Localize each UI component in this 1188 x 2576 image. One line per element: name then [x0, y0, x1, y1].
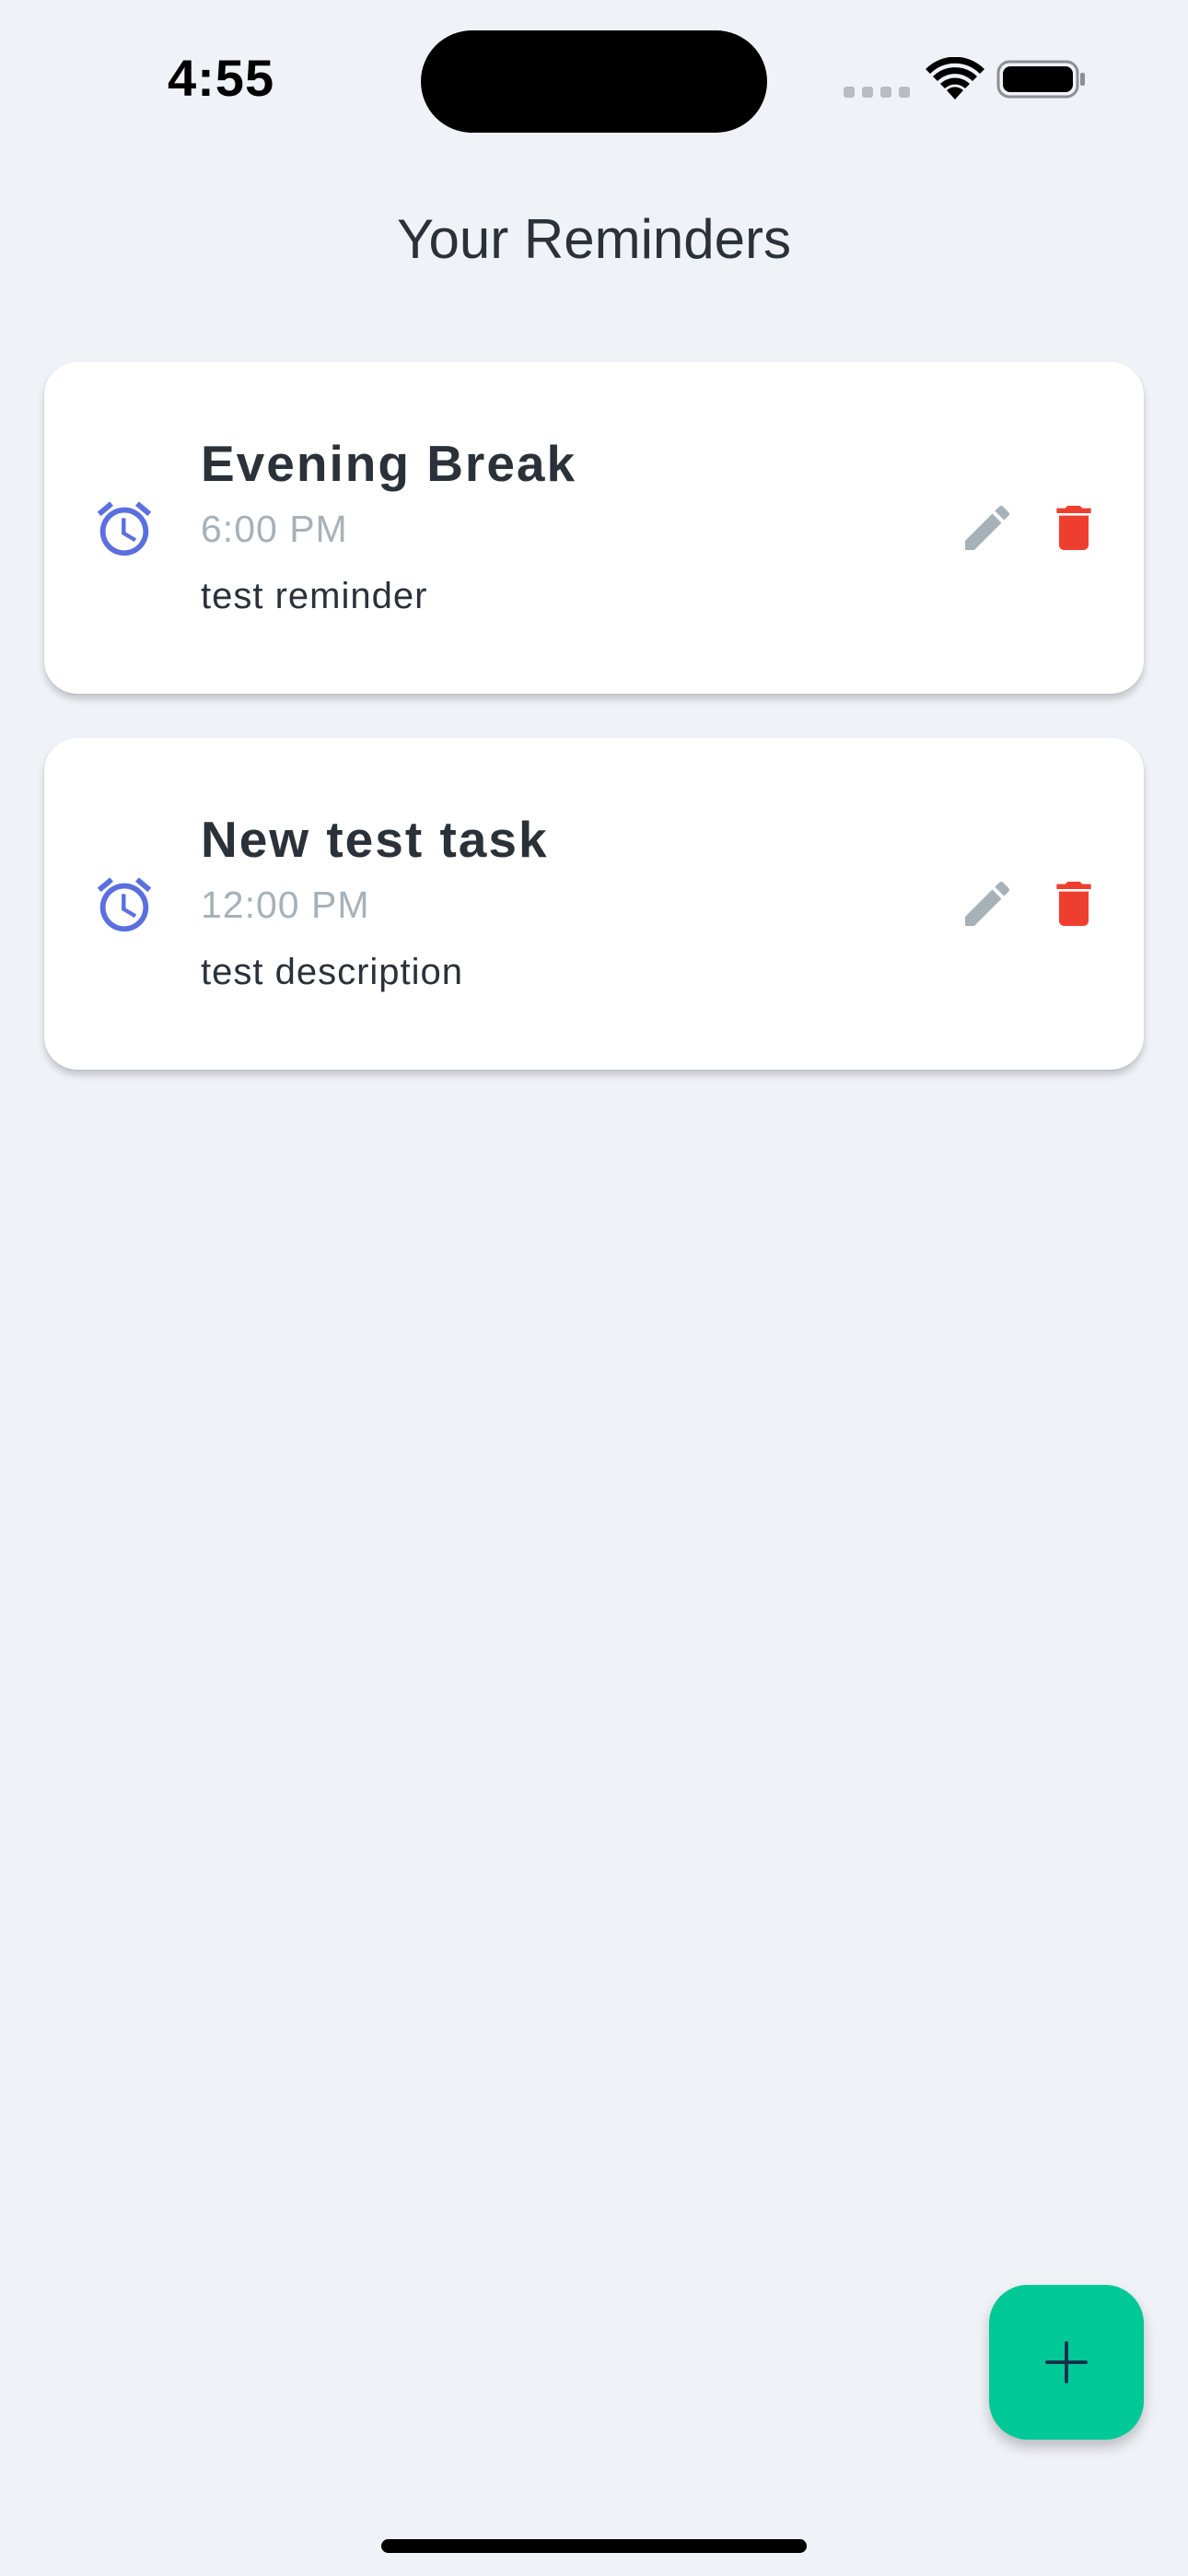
reminder-time: 6:00 PM: [201, 508, 348, 550]
status-bar-indicators: [840, 55, 1089, 101]
trash-icon: [1056, 882, 1091, 926]
alarm-clock-icon: [97, 877, 152, 932]
battery-icon: [996, 60, 1085, 99]
home-indicator[interactable]: [381, 2539, 807, 2553]
edit-reminder-button[interactable]: [950, 867, 1024, 941]
edit-reminder-button[interactable]: [950, 491, 1024, 565]
trash-icon: [1056, 506, 1091, 550]
dynamic-island: [421, 30, 767, 133]
reminder-description: test description: [201, 952, 464, 992]
reminder-title: Evening Break: [201, 435, 577, 492]
wifi-icon: [926, 57, 984, 100]
page-title: Your Reminders: [397, 208, 791, 270]
plus-icon: [1045, 2341, 1088, 2383]
delete-reminder-button[interactable]: [1039, 491, 1109, 565]
pencil-icon: [965, 881, 1010, 926]
reminder-card[interactable]: New test task 12:00 PM test description: [44, 738, 1144, 1070]
alarm-clock-icon: [97, 501, 152, 556]
add-reminder-button[interactable]: [989, 2285, 1144, 2440]
pencil-icon: [965, 505, 1010, 550]
reminder-description: test reminder: [201, 576, 428, 616]
delete-reminder-button[interactable]: [1039, 867, 1109, 941]
status-bar-time: 4:55: [168, 49, 275, 107]
reminder-card[interactable]: Evening Break 6:00 PM test reminder: [44, 362, 1144, 694]
reminder-title: New test task: [201, 811, 549, 868]
cellular-signal-icon: [844, 87, 910, 98]
reminder-time: 12:00 PM: [201, 884, 370, 926]
reminders-screen: 4:55 Your Reminders Evening Break 6:00 P…: [0, 0, 1188, 2576]
